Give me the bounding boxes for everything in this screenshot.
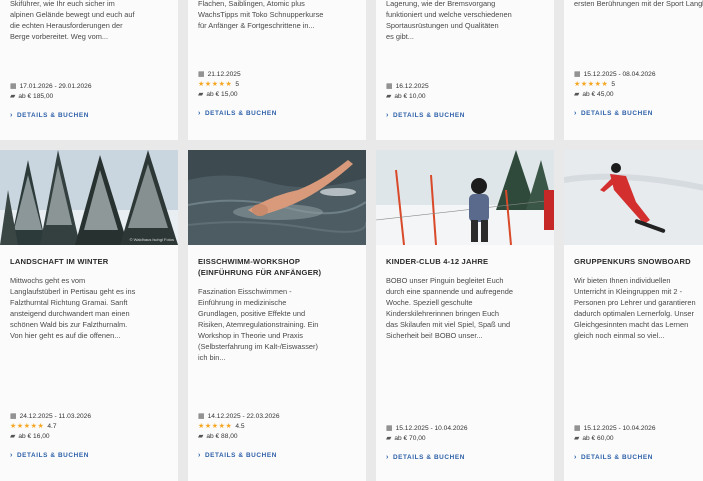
card-title[interactable]: GRUPPENKURS SNOWBOARD (574, 256, 703, 267)
card-price: ▰ ab € 45,00 (574, 91, 614, 98)
card-rating: ★★★★★ 4.7 (10, 423, 57, 430)
card-date: ▦ 15.12.2025 - 08.04.2026 (574, 71, 656, 78)
ticket-icon: ▰ (574, 91, 580, 98)
details-book-link[interactable]: › DETAILS & BUCHEN (198, 110, 277, 117)
card-date: ▦ 14.12.2025 - 22.03.2026 (198, 413, 280, 420)
details-book-link[interactable]: › DETAILS & BUCHEN (386, 454, 468, 461)
card-price: ▰ ab € 70,00 (386, 435, 426, 442)
chevron-right-icon: › (198, 452, 201, 459)
course-card[interactable]: EISSCHWIMM-WORKSHOP (EINFÜHRUNG FÜR ANFÄ… (188, 150, 366, 481)
card-description: Lagerung, wie der Bremsvorgang funktioni… (386, 0, 512, 41)
chevron-right-icon: › (574, 454, 577, 461)
card-title[interactable]: KINDER-CLUB 4-12 JAHRE (386, 256, 544, 267)
course-card[interactable]: Lagerung, wie der Bremsvorgang funktioni… (376, 0, 554, 140)
ticket-icon: ▰ (574, 435, 580, 442)
star-rating-icon: ★★★★★ (198, 423, 233, 430)
ticket-icon: ▰ (386, 435, 392, 442)
card-rating: ★★★★★ 5 (198, 81, 240, 88)
star-rating-icon: ★★★★★ (574, 81, 609, 88)
chevron-right-icon: › (10, 452, 13, 459)
details-book-link[interactable]: › DETAILS & BUCHEN (10, 452, 91, 459)
chevron-right-icon: › (10, 112, 13, 119)
star-rating-icon: ★★★★★ (10, 423, 45, 430)
calendar-icon: ▦ (198, 413, 205, 420)
details-book-link[interactable]: › DETAILS & BUCHEN (386, 112, 465, 119)
course-card[interactable]: Skiführer, wie Ihr euch sicher im alpine… (0, 0, 178, 140)
details-book-link[interactable]: › DETAILS & BUCHEN (198, 452, 280, 459)
chevron-right-icon: › (386, 454, 389, 461)
chevron-right-icon: › (386, 112, 389, 119)
card-price: ▰ ab € 88,00 (198, 433, 238, 440)
calendar-icon: ▦ (386, 83, 393, 90)
card-rating: ★★★★★ 4.5 (198, 423, 245, 430)
course-card[interactable]: Flachen, Saiblingen, Atomic plus WachsTi… (188, 0, 366, 140)
card-price: ▰ ab € 10,00 (386, 93, 426, 100)
details-book-link[interactable]: › DETAILS & BUCHEN (574, 110, 656, 117)
card-date: ▦ 17.01.2026 - 29.01.2026 (10, 83, 92, 90)
ticket-icon: ▰ (10, 93, 16, 100)
card-price: ▰ ab € 16,00 (10, 433, 50, 440)
card-date: ▦ 15.12.2025 - 10.04.2026 (574, 425, 656, 432)
course-card[interactable]: ersten Berührungen mit der Sport Langlau… (564, 0, 703, 140)
card-description: Skiführer, wie Ihr euch sicher im alpine… (10, 0, 135, 41)
card-title[interactable]: LANDSCHAFT IM WINTER (10, 256, 168, 267)
course-card[interactable]: © Waldhaus Ischgl Fotos LANDSCHAFT IM WI… (0, 150, 178, 481)
card-date: ▦ 24.12.2025 - 11.03.2026 (10, 413, 91, 420)
course-card[interactable]: GRUPPENKURS SNOWBOARD Wir bieten Ihnen i… (564, 150, 703, 481)
card-image-kids-ski[interactable] (376, 150, 554, 245)
calendar-icon: ▦ (574, 425, 581, 432)
ticket-icon: ▰ (386, 93, 392, 100)
calendar-icon: ▦ (574, 71, 581, 78)
card-image-snowboarder[interactable] (564, 150, 703, 245)
card-description: ersten Berührungen mit der Sport Langlau… (574, 0, 703, 8)
card-price: ▰ ab € 15,00 (198, 91, 238, 98)
calendar-icon: ▦ (10, 413, 17, 420)
card-price: ▰ ab € 60,00 (574, 435, 614, 442)
card-image-winter-forest[interactable]: © Waldhaus Ischgl Fotos (0, 150, 178, 245)
details-book-link[interactable]: › DETAILS & BUCHEN (574, 454, 656, 461)
course-card[interactable]: KINDER-CLUB 4-12 JAHRE BOBO unser Pingui… (376, 150, 554, 481)
card-description: Wir bieten Ihnen individuellen Unterrich… (574, 276, 696, 340)
card-description: BOBO unser Pinguin begleitet Euch durch … (386, 276, 513, 340)
ticket-icon: ▰ (10, 433, 16, 440)
chevron-right-icon: › (198, 110, 201, 117)
card-description: Mittwochs geht es vom Langlaufstüberl in… (10, 276, 136, 340)
card-date: ▦ 15.12.2025 - 10.04.2026 (386, 425, 468, 432)
ticket-icon: ▰ (198, 91, 204, 98)
card-price: ▰ ab € 185,00 (10, 93, 54, 100)
calendar-icon: ▦ (198, 71, 205, 78)
details-book-link[interactable]: › DETAILS & BUCHEN (10, 112, 92, 119)
star-rating-icon: ★★★★★ (198, 81, 233, 88)
ticket-icon: ▰ (198, 433, 204, 440)
calendar-icon: ▦ (386, 425, 393, 432)
calendar-icon: ▦ (10, 83, 17, 90)
chevron-right-icon: › (574, 110, 577, 117)
card-title[interactable]: EISSCHWIMM-WORKSHOP (EINFÜHRUNG FÜR ANFÄ… (198, 256, 356, 278)
card-date: ▦ 16.12.2025 (386, 83, 429, 90)
card-description: Faszination Eisschwimmen - Einführung in… (198, 287, 319, 362)
card-description: Flachen, Saiblingen, Atomic plus WachsTi… (198, 0, 324, 30)
photo-credit: © Waldhaus Ischgl Fotos (129, 237, 174, 242)
card-image-ice-swimmer[interactable] (188, 150, 366, 245)
card-rating: ★★★★★ 5 (574, 81, 616, 88)
card-date: ▦ 21.12.2025 (198, 71, 241, 78)
